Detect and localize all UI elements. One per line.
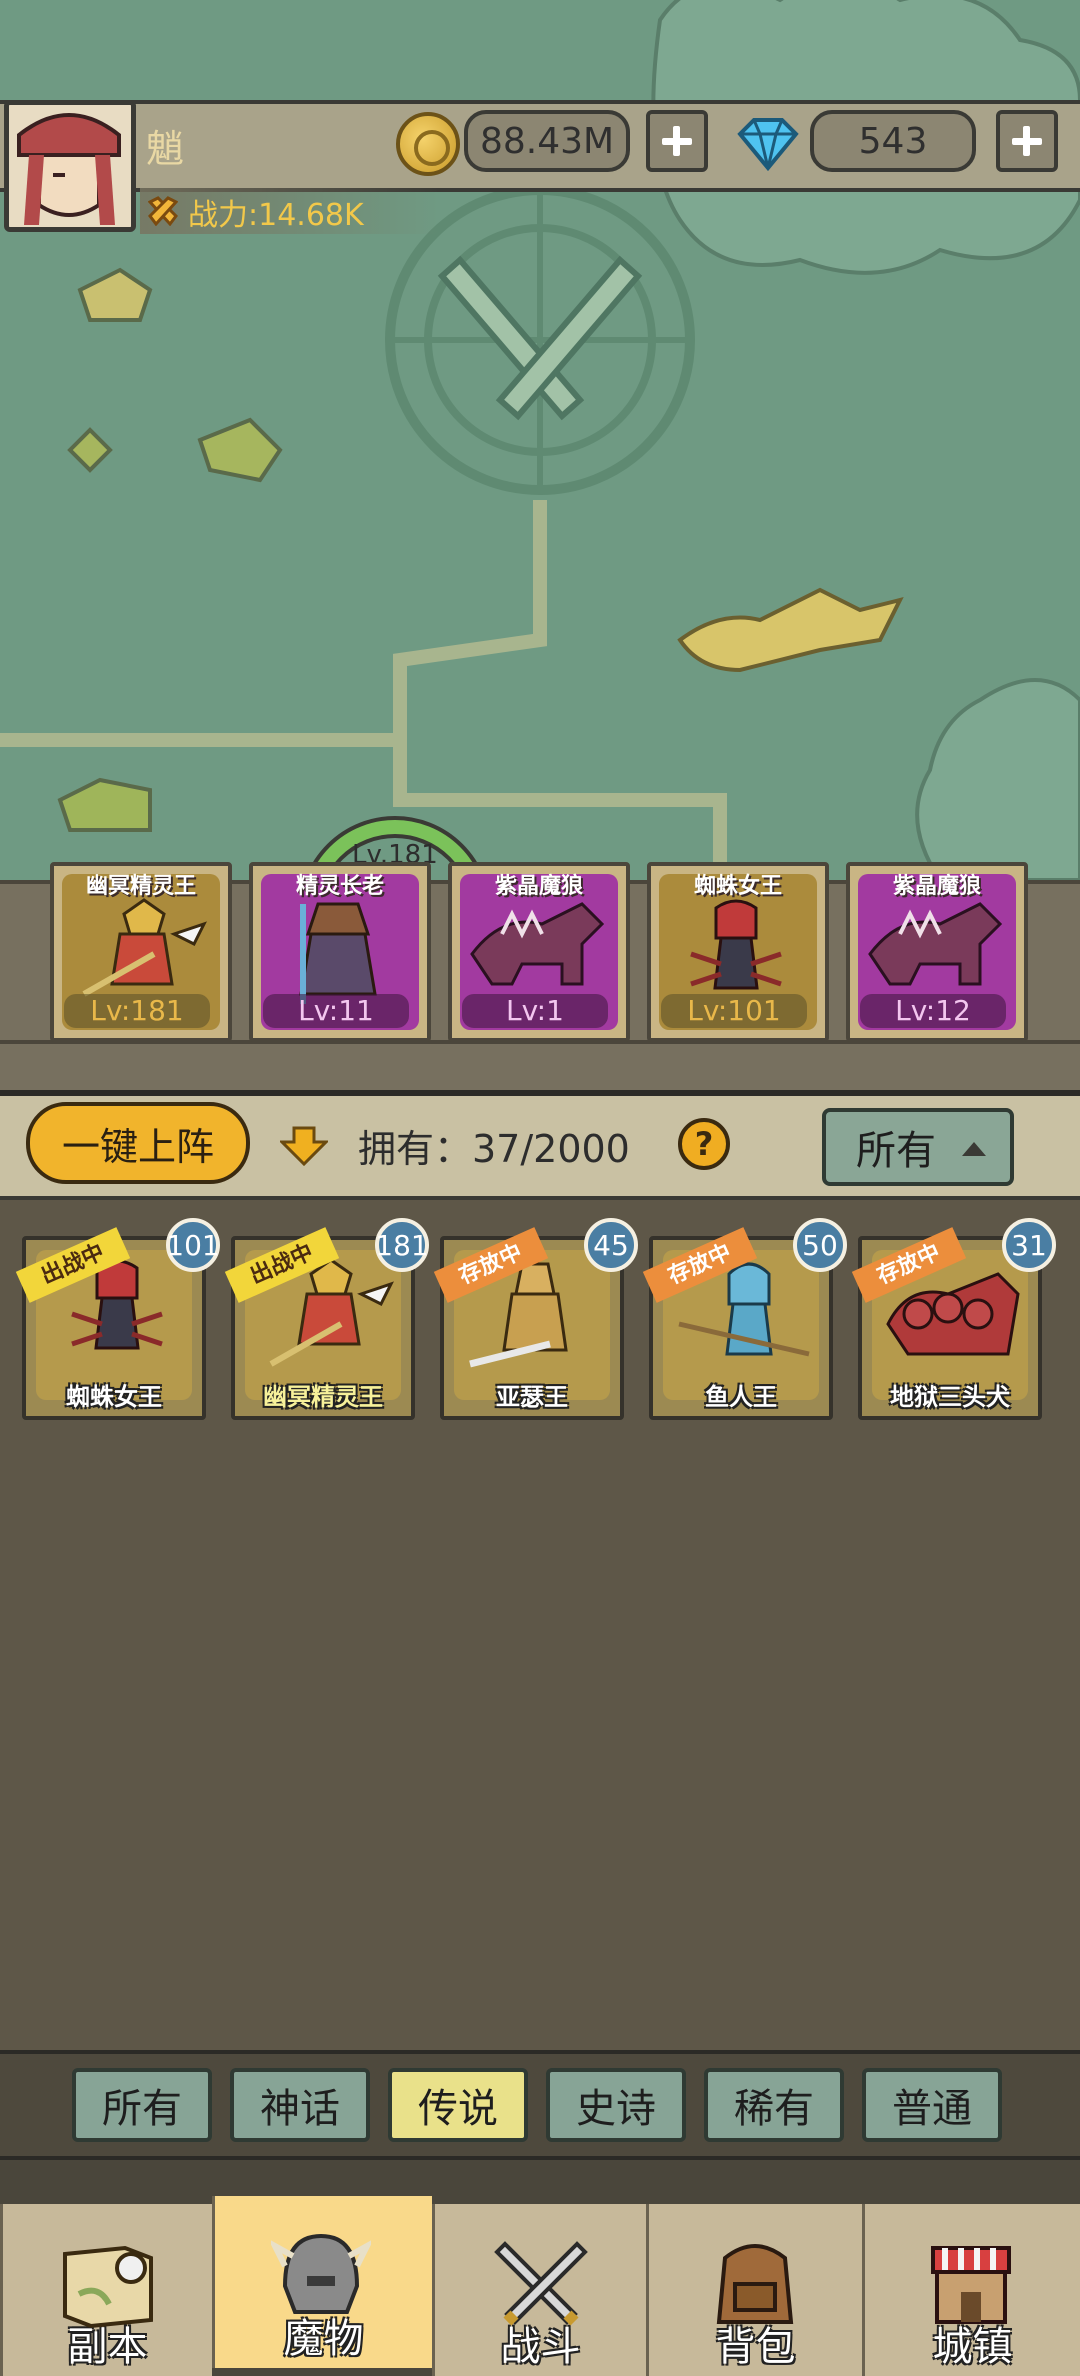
- team-slot-name: 紫晶魔狼: [494, 873, 583, 899]
- power-icon: [148, 196, 178, 226]
- level-badge: 50: [793, 1218, 847, 1272]
- monster-name: 亚瑟王: [496, 1383, 568, 1411]
- nav-dungeon[interactable]: 副本: [0, 2204, 212, 2376]
- rarity-tab-rare[interactable]: 稀有: [704, 2068, 844, 2142]
- team-slot-level: Lv:11: [263, 994, 409, 1028]
- team-slot-5[interactable]: 紫晶魔狼 Lv:12: [846, 862, 1028, 1042]
- help-icon[interactable]: ?: [678, 1118, 730, 1170]
- monster-card[interactable]: 出战中 181 幽冥精灵王: [224, 1218, 429, 1420]
- nav-monsters[interactable]: 魔物: [212, 2196, 432, 2368]
- team-slot-level: Lv:181: [64, 994, 210, 1028]
- crossed-swords-icon: [494, 2241, 588, 2326]
- combat-power: 战力:14.68K: [188, 198, 364, 233]
- player-avatar[interactable]: [4, 100, 136, 232]
- team-slot-level: Lv:12: [860, 994, 1006, 1028]
- avatar-portrait-icon: [9, 105, 131, 227]
- shop-house-icon: [931, 2246, 1011, 2324]
- auto-deploy-button[interactable]: 一键上阵: [26, 1102, 250, 1184]
- team-slot-4[interactable]: 蜘蛛女王 Lv:101: [647, 862, 829, 1042]
- helmet-icon: [271, 2233, 371, 2314]
- team-slot-3[interactable]: 紫晶魔狼 Lv:1: [448, 862, 630, 1042]
- map-scroll-icon: [63, 2245, 153, 2329]
- filter-dropdown[interactable]: 所有: [822, 1108, 1014, 1186]
- nav-backpack[interactable]: 背包: [646, 2204, 862, 2376]
- team-slot-name: 幽冥精灵王: [85, 873, 196, 899]
- team-slot-name: 精灵长老: [295, 873, 384, 899]
- caret-up-icon: [962, 1142, 986, 1156]
- monster-card[interactable]: 存放中 50 鱼人王: [642, 1218, 847, 1420]
- level-badge: 45: [584, 1218, 638, 1272]
- backpack-icon: [716, 2244, 794, 2324]
- nav-town[interactable]: 城镇: [862, 2204, 1080, 2376]
- owned-count: 拥有：37/2000: [358, 1127, 630, 1171]
- rarity-tab-common[interactable]: 普通: [862, 2068, 1002, 2142]
- team-slot-level: Lv:101: [661, 994, 807, 1028]
- rarity-tab-legendary[interactable]: 传说: [388, 2068, 528, 2142]
- team-slot-name: 蜘蛛女王: [693, 873, 782, 899]
- monster-card[interactable]: 存放中 31 地狱三头犬: [851, 1218, 1056, 1420]
- add-gems-button[interactable]: [996, 110, 1058, 172]
- monster-card[interactable]: 出战中 101 蜘蛛女王: [15, 1218, 220, 1420]
- sort-arrow-down-icon[interactable]: [280, 1126, 328, 1166]
- rarity-tab-epic[interactable]: 史诗: [546, 2068, 686, 2142]
- level-badge: 101: [166, 1218, 220, 1272]
- gold-coin-icon: [396, 112, 460, 176]
- filter-dropdown-label: 所有: [856, 1128, 936, 1174]
- team-slot-level: Lv:1: [462, 994, 608, 1028]
- rarity-tab-mythic[interactable]: 神话: [230, 2068, 370, 2142]
- nav-battle[interactable]: 战斗: [432, 2204, 646, 2376]
- rarity-tab-all[interactable]: 所有: [72, 2068, 212, 2142]
- player-name: 魈: [146, 127, 185, 171]
- diamond-icon: [737, 118, 799, 172]
- level-badge: 31: [1002, 1218, 1056, 1272]
- monster-name: 蜘蛛女王: [66, 1383, 162, 1411]
- monster-card[interactable]: 存放中 45 亚瑟王: [433, 1218, 638, 1420]
- gem-amount: 543: [810, 110, 976, 172]
- level-badge: 181: [375, 1218, 429, 1272]
- monster-name: 地狱三头犬: [890, 1383, 1010, 1411]
- monster-name: 幽冥精灵王: [263, 1383, 383, 1411]
- add-gold-button[interactable]: [646, 110, 708, 172]
- team-slot-1[interactable]: 幽冥精灵王 Lv:181: [50, 862, 232, 1042]
- team-slot-name: 紫晶魔狼: [892, 873, 981, 899]
- monster-name: 鱼人王: [705, 1383, 777, 1411]
- team-slot-2[interactable]: 精灵长老 Lv:11: [249, 862, 431, 1042]
- gold-amount: 88.43M: [464, 110, 630, 172]
